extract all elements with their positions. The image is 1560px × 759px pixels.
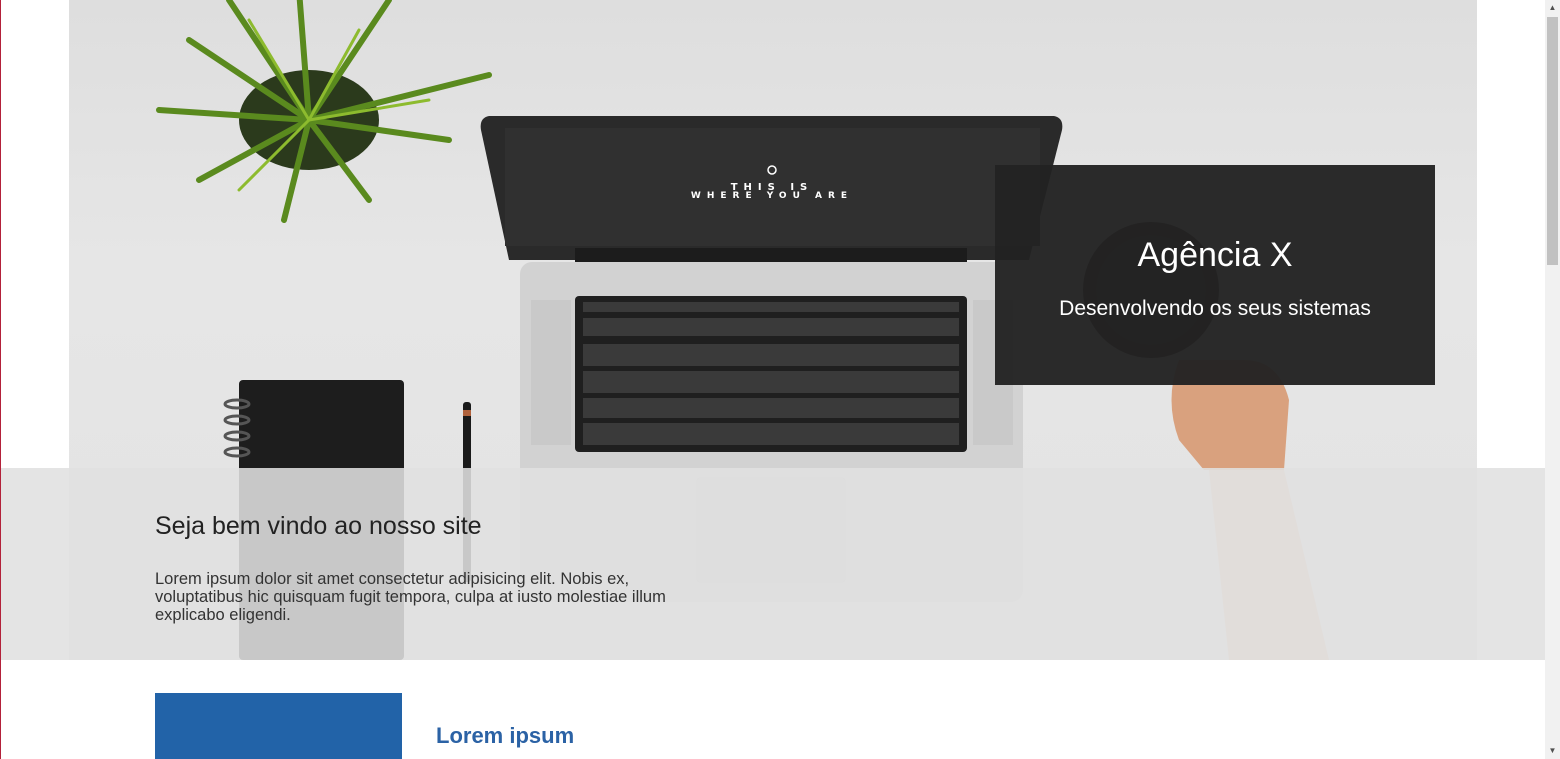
section-image-placeholder [155, 693, 402, 759]
page: THIS IS WHERE YOU ARE Agência X Desenvol… [1, 0, 1545, 759]
brand-title: Agência X [1137, 236, 1293, 274]
brand-subtitle: Desenvolvendo os seus sistemas [1059, 297, 1371, 320]
scroll-down-arrow-icon[interactable]: ▼ [1545, 743, 1560, 759]
welcome-section: Seja bem vindo ao nosso site Lorem ipsum… [1, 468, 1545, 660]
scroll-up-arrow-icon[interactable]: ▲ [1545, 0, 1560, 16]
page-scrollbar[interactable]: ▲ ▼ [1545, 0, 1560, 759]
svg-text:WHERE YOU ARE: WHERE YOU ARE [691, 191, 853, 201]
welcome-paragraph: Lorem ipsum dolor sit amet consectetur a… [155, 570, 666, 624]
section-title: Lorem ipsum [436, 723, 575, 748]
plant-icon [156, 0, 492, 223]
scrollbar-thumb[interactable] [1547, 17, 1558, 265]
brand-box: Agência X Desenvolvendo os seus sistemas [995, 165, 1435, 385]
welcome-heading: Seja bem vindo ao nosso site [155, 512, 482, 540]
